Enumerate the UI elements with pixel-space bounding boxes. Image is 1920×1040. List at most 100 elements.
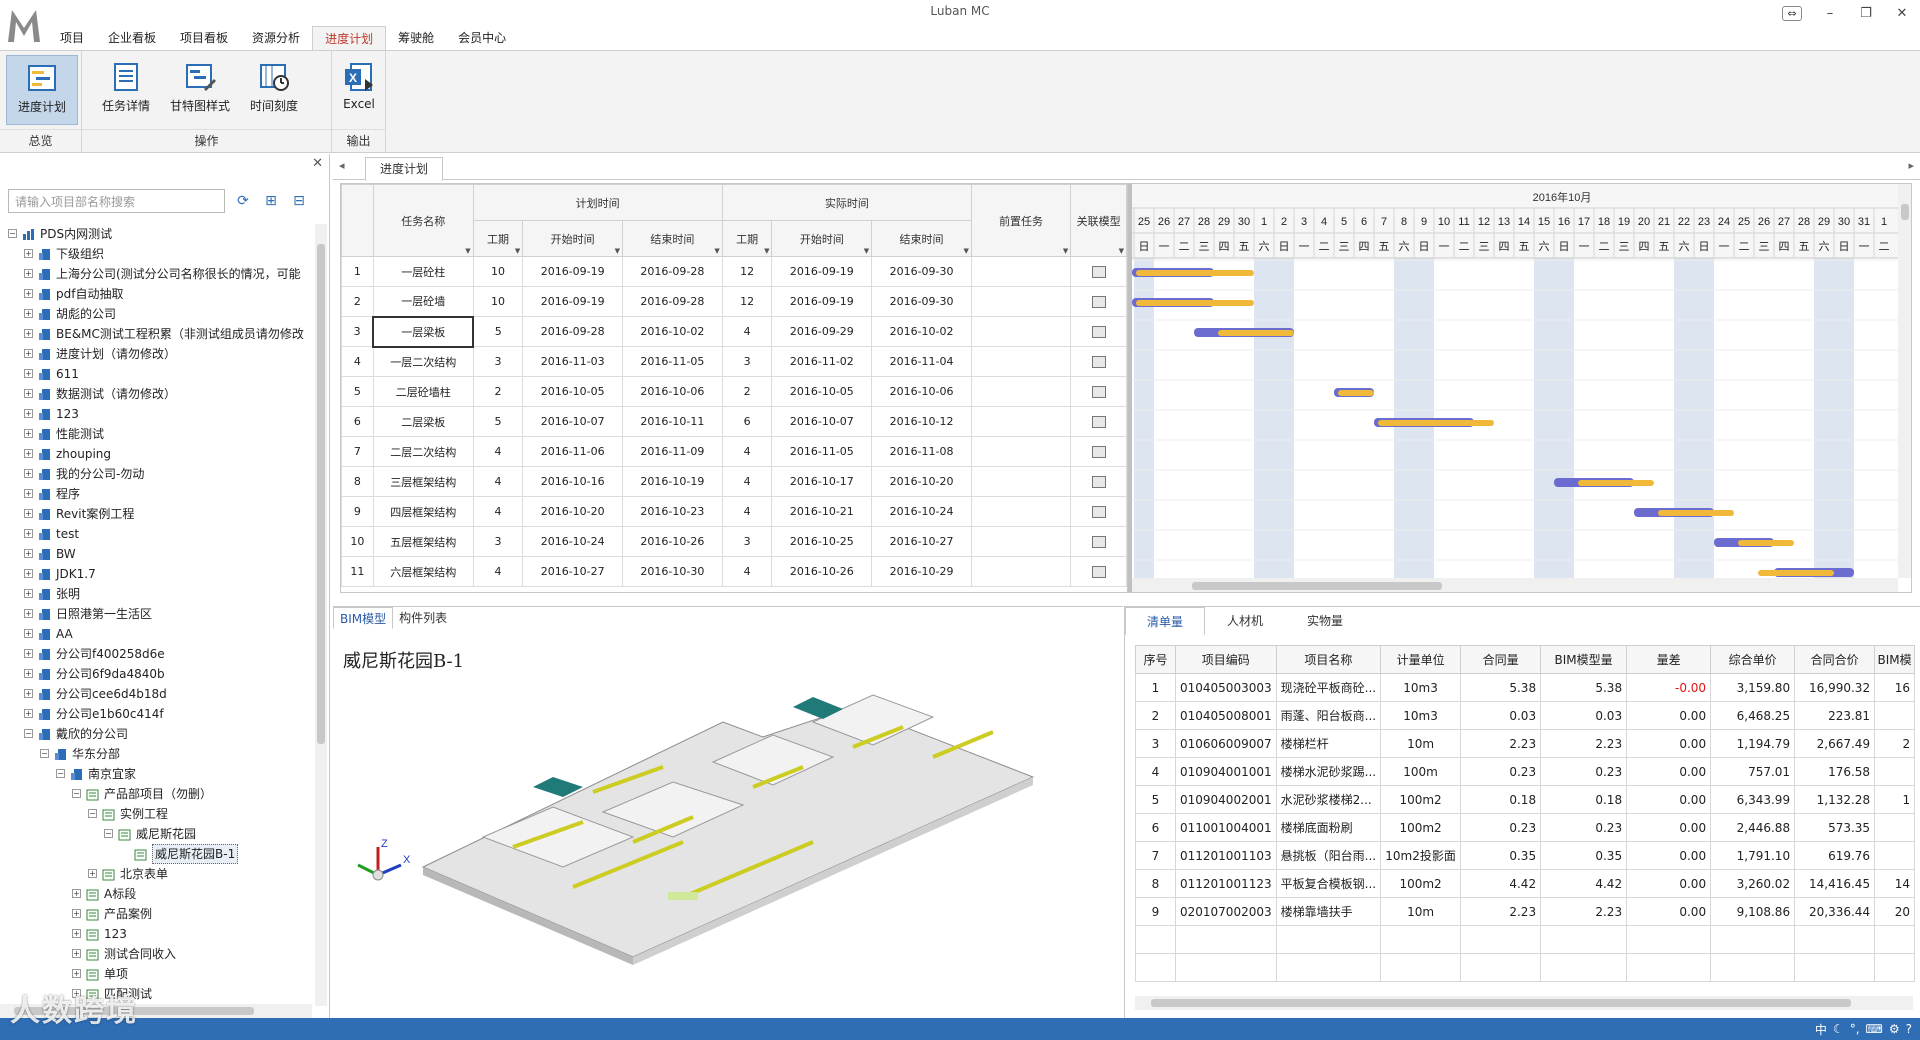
task-cell-ae[interactable]: 2016-10-06 — [871, 376, 972, 407]
tree-node[interactable]: 威尼斯花园B-1 — [0, 844, 312, 864]
tree-node[interactable]: + 张明 — [0, 584, 312, 604]
linked-model-icon[interactable] — [1091, 296, 1106, 308]
quantity-header[interactable]: 计量单位 — [1380, 645, 1462, 674]
task-cell-no[interactable]: 3 — [341, 316, 374, 347]
task-cell-ps[interactable]: 2016-09-28 — [522, 316, 624, 347]
task-cell-ae[interactable]: 2016-11-08 — [871, 436, 972, 467]
task-cell-pe[interactable]: 2016-10-19 — [622, 466, 723, 497]
task-row[interactable]: 2 一层砼墙 10 2016-09-19 2016-09-28 12 2016-09-19 2… — [341, 286, 1127, 317]
task-cell-name[interactable]: 六层框架结构 — [372, 556, 474, 587]
quantity-row[interactable]: 7 011201001103 悬挑板（阳台雨... 10m2投影面 0.35 0.35 0.… — [1135, 841, 1916, 870]
task-cell-ps[interactable]: 2016-09-19 — [522, 256, 624, 287]
plan-duration-header[interactable]: 工期 ▼ — [472, 220, 524, 257]
task-cell-as[interactable]: 2016-10-07 — [771, 406, 873, 437]
linked-model-icon[interactable] — [1091, 416, 1106, 428]
expand-icon[interactable]: + — [24, 449, 33, 458]
linked-model-icon[interactable] — [1091, 446, 1106, 458]
excel-export-button[interactable]: X Excel — [323, 55, 395, 125]
tree-node[interactable]: + 北京表单 — [0, 864, 312, 884]
tree-node[interactable]: − 戴欣的分公司 — [0, 724, 312, 744]
quantity-header[interactable]: 合同合价 — [1794, 645, 1876, 674]
task-cell-predecessor[interactable] — [970, 376, 1072, 407]
expand-icon[interactable]: + — [24, 389, 33, 398]
task-cell-pd[interactable]: 5 — [472, 316, 524, 347]
task-cell-model[interactable] — [1070, 256, 1127, 287]
collapse-icon[interactable]: − — [40, 749, 49, 758]
expand-icon[interactable]: + — [24, 629, 33, 638]
task-cell-as[interactable]: 2016-09-19 — [771, 286, 873, 317]
task-row[interactable]: 5 二层砼墙柱 2 2016-10-05 2016-10-06 2 2016-10-05 20… — [341, 376, 1127, 407]
quantity-horizontal-scrollbar[interactable] — [1135, 996, 1913, 1010]
expand-icon[interactable]: + — [24, 309, 33, 318]
task-cell-no[interactable]: 10 — [341, 526, 374, 557]
task-row[interactable]: 4 一层二次结构 3 2016-11-03 2016-11-05 3 2016-11-02 2… — [341, 346, 1127, 377]
expand-icon[interactable]: + — [24, 269, 33, 278]
tree-node[interactable]: + BE&MC测试工程积累（非测试组成员请勿修改 — [0, 324, 312, 344]
task-cell-predecessor[interactable] — [970, 256, 1072, 287]
task-cell-model[interactable] — [1070, 496, 1127, 527]
task-cell-ad[interactable]: 3 — [721, 526, 773, 557]
settings-icon[interactable]: ⚙ — [1889, 1022, 1900, 1036]
task-row[interactable]: 6 二层梁板 5 2016-10-07 2016-10-11 6 2016-10-07 201… — [341, 406, 1127, 437]
expand-icon[interactable]: + — [24, 509, 33, 518]
expand-icon[interactable]: + — [24, 349, 33, 358]
linked-model-icon[interactable] — [1091, 536, 1106, 548]
task-cell-pd[interactable]: 3 — [472, 346, 524, 377]
task-cell-as[interactable]: 2016-10-21 — [771, 496, 873, 527]
expand-icon[interactable]: + — [24, 669, 33, 678]
task-row[interactable]: 1 一层砼柱 10 2016-09-19 2016-09-28 12 2016-09-19 2… — [341, 256, 1127, 287]
restore-button[interactable]: ❐ — [1848, 0, 1884, 26]
tab-bill-quantity[interactable]: 清单量 — [1125, 607, 1205, 635]
tab-labor-material[interactable]: 人材机 — [1205, 607, 1285, 635]
task-cell-ae[interactable]: 2016-10-20 — [871, 466, 972, 497]
linked-model-icon[interactable] — [1091, 476, 1106, 488]
linked-model-icon[interactable] — [1091, 266, 1106, 278]
task-cell-name[interactable]: 一层梁板 — [372, 315, 475, 348]
tree-node[interactable]: − PDS内网测试 — [0, 224, 312, 244]
task-cell-ps[interactable]: 2016-10-05 — [522, 376, 624, 407]
expand-icon[interactable]: + — [24, 589, 33, 598]
tree-node[interactable]: + A标段 — [0, 884, 312, 904]
expand-icon[interactable]: + — [24, 249, 33, 258]
tree-node[interactable]: + 单项 — [0, 964, 312, 984]
task-cell-ps[interactable]: 2016-10-07 — [522, 406, 624, 437]
bim-model-viewport[interactable]: Z X — [333, 637, 1123, 1017]
switch-view-button[interactable]: ⇔ — [1772, 0, 1812, 26]
tree-node[interactable]: +611 — [0, 364, 312, 384]
linked-model-icon[interactable] — [1091, 356, 1106, 368]
task-cell-no[interactable]: 8 — [341, 466, 374, 497]
quantity-row[interactable]: 4 010904001001 楼梯水泥砂浆踢... 100m 0.23 0.23 0.00 7… — [1135, 757, 1916, 786]
task-row[interactable]: 11 六层框架结构 4 2016-10-27 2016-10-30 4 2016-10-26… — [341, 556, 1127, 587]
quantity-row[interactable]: 3 010606009007 楼梯栏杆 10m 2.23 2.23 0.00 1,194.79… — [1135, 729, 1916, 758]
task-row[interactable]: 10 五层框架结构 3 2016-10-24 2016-10-26 3 2016-10-25… — [341, 526, 1127, 557]
task-cell-ae[interactable]: 2016-10-12 — [871, 406, 972, 437]
tree-node[interactable]: − 产品部项目（勿删） — [0, 784, 312, 804]
expand-icon[interactable]: + — [24, 469, 33, 478]
task-cell-ad[interactable]: 4 — [721, 436, 773, 467]
expand-icon[interactable]: + — [72, 969, 81, 978]
tab-scroll-right-icon[interactable]: ▸ — [1908, 159, 1914, 172]
task-cell-ad[interactable]: 4 — [721, 496, 773, 527]
task-cell-pe[interactable]: 2016-10-23 — [622, 496, 723, 527]
task-cell-no[interactable]: 9 — [341, 496, 374, 527]
task-cell-model[interactable] — [1070, 316, 1127, 347]
expand-icon[interactable]: + — [72, 909, 81, 918]
tab-scroll-left-icon[interactable]: ◂ — [339, 159, 345, 172]
time-scale-button[interactable]: 时间刻度 — [238, 55, 310, 125]
task-cell-no[interactable]: 4 — [341, 346, 374, 377]
task-cell-ae[interactable]: 2016-11-04 — [871, 346, 972, 377]
tree-node[interactable]: +123 — [0, 924, 312, 944]
task-cell-as[interactable]: 2016-09-19 — [771, 256, 873, 287]
task-cell-ad[interactable]: 2 — [721, 376, 773, 407]
task-cell-ae[interactable]: 2016-10-27 — [871, 526, 972, 557]
expand-icon[interactable]: + — [72, 889, 81, 898]
task-cell-ps[interactable]: 2016-11-03 — [522, 346, 624, 377]
menu-item-2[interactable]: 项目看板 — [168, 26, 240, 50]
task-cell-predecessor[interactable] — [970, 556, 1072, 587]
minimize-button[interactable]: – — [1812, 0, 1848, 26]
task-cell-as[interactable]: 2016-11-02 — [771, 346, 873, 377]
task-cell-pe[interactable]: 2016-10-06 — [622, 376, 723, 407]
collapse-icon[interactable]: − — [56, 769, 65, 778]
task-cell-pe[interactable]: 2016-10-30 — [622, 556, 723, 587]
expand-icon[interactable]: + — [24, 609, 33, 618]
